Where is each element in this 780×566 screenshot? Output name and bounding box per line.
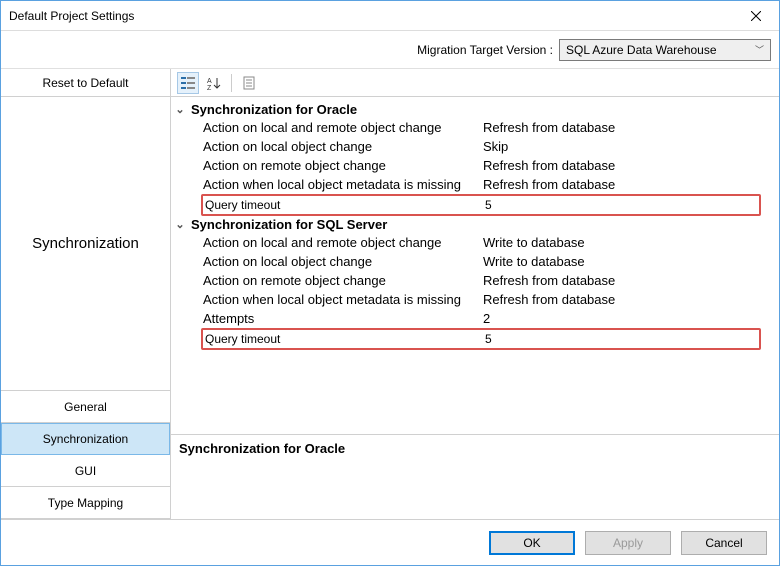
dialog-footer: OK Apply Cancel [1,519,779,565]
prop-value: Refresh from database [483,271,771,290]
prop-row[interactable]: Action on remote object changeRefresh fr… [173,156,771,175]
close-icon [751,11,761,21]
svg-text:A: A [207,78,212,85]
property-grid-toolbar: AZ [171,69,779,97]
migration-target-label: Migration Target Version : [417,43,553,57]
group-header-oracle[interactable]: ⌄ Synchronization for Oracle [173,101,771,118]
categorized-icon [181,76,195,90]
reset-to-default-button[interactable]: Reset to Default [1,69,170,97]
prop-label: Action on remote object change [173,156,483,175]
pages-icon [242,76,256,90]
prop-value: Skip [483,137,771,156]
highlight-sqlserver-query-timeout[interactable]: Query timeout5 [201,328,761,350]
toolbar-divider [231,74,232,92]
prop-value: 5 [485,196,759,214]
prop-value: Write to database [483,233,771,252]
dialog-window: Default Project Settings Migration Targe… [0,0,780,566]
prop-row[interactable]: Action on remote object changeRefresh fr… [173,271,771,290]
nav-item-gui[interactable]: GUI [1,455,170,487]
prop-value: 5 [485,330,759,348]
cancel-button[interactable]: Cancel [681,531,767,555]
ok-button[interactable]: OK [489,531,575,555]
prop-label: Action on local and remote object change [173,118,483,137]
prop-value: 2 [483,309,771,328]
prop-row[interactable]: Action when local object metadata is mis… [173,175,771,194]
chevron-down-icon: ﹀ [755,43,764,56]
prop-label: Action on remote object change [173,271,483,290]
description-panel: Synchronization for Oracle [171,434,779,519]
prop-row[interactable]: Action when local object metadata is mis… [173,290,771,309]
prop-label: Action on local object change [173,252,483,271]
prop-label: Action on local object change [173,137,483,156]
left-panel: Reset to Default Synchronization General… [1,69,171,519]
prop-value: Write to database [483,252,771,271]
migration-target-value: SQL Azure Data Warehouse [566,43,717,57]
migration-target-select[interactable]: SQL Azure Data Warehouse ﹀ [559,39,771,61]
property-grid[interactable]: ⌄ Synchronization for Oracle Action on l… [171,97,779,434]
prop-label: Action on local and remote object change [173,233,483,252]
prop-row[interactable]: Attempts2 [173,309,771,328]
prop-value: Refresh from database [483,156,771,175]
prop-label: Attempts [173,309,483,328]
migration-target-row: Migration Target Version : SQL Azure Dat… [1,31,779,69]
prop-row[interactable]: Action on local and remote object change… [173,233,771,252]
svg-text:Z: Z [207,85,212,90]
prop-label: Action when local object metadata is mis… [173,175,483,194]
collapse-icon: ⌄ [173,218,187,231]
apply-button: Apply [585,531,671,555]
window-title: Default Project Settings [9,9,733,23]
group-title: Synchronization for SQL Server [191,217,387,232]
group-header-sqlserver[interactable]: ⌄ Synchronization for SQL Server [173,216,771,233]
property-pages-button[interactable] [238,72,260,94]
highlight-oracle-query-timeout[interactable]: Query timeout5 [201,194,761,216]
categorized-button[interactable] [177,72,199,94]
prop-row[interactable]: Action on local and remote object change… [173,118,771,137]
prop-value: Refresh from database [483,290,771,309]
sort-az-icon: AZ [207,76,221,90]
prop-label: Query timeout [203,330,485,348]
titlebar: Default Project Settings [1,1,779,31]
nav-item-general[interactable]: General [1,391,170,423]
nav-item-type-mapping[interactable]: Type Mapping [1,487,170,519]
prop-label: Action when local object metadata is mis… [173,290,483,309]
collapse-icon: ⌄ [173,103,187,116]
body: Reset to Default Synchronization General… [1,69,779,519]
alphabetical-button[interactable]: AZ [203,72,225,94]
right-panel: AZ ⌄ Synchronization for Oracle [171,69,779,519]
category-title: Synchronization [1,97,170,390]
description-title: Synchronization for Oracle [179,441,345,456]
close-button[interactable] [733,1,779,31]
prop-row[interactable]: Action on local object changeSkip [173,137,771,156]
nav-list: General Synchronization GUI Type Mapping [1,390,170,519]
prop-value: Refresh from database [483,118,771,137]
prop-value: Refresh from database [483,175,771,194]
group-title: Synchronization for Oracle [191,102,357,117]
prop-row[interactable]: Action on local object changeWrite to da… [173,252,771,271]
nav-item-synchronization[interactable]: Synchronization [1,423,170,455]
prop-label: Query timeout [203,196,485,214]
